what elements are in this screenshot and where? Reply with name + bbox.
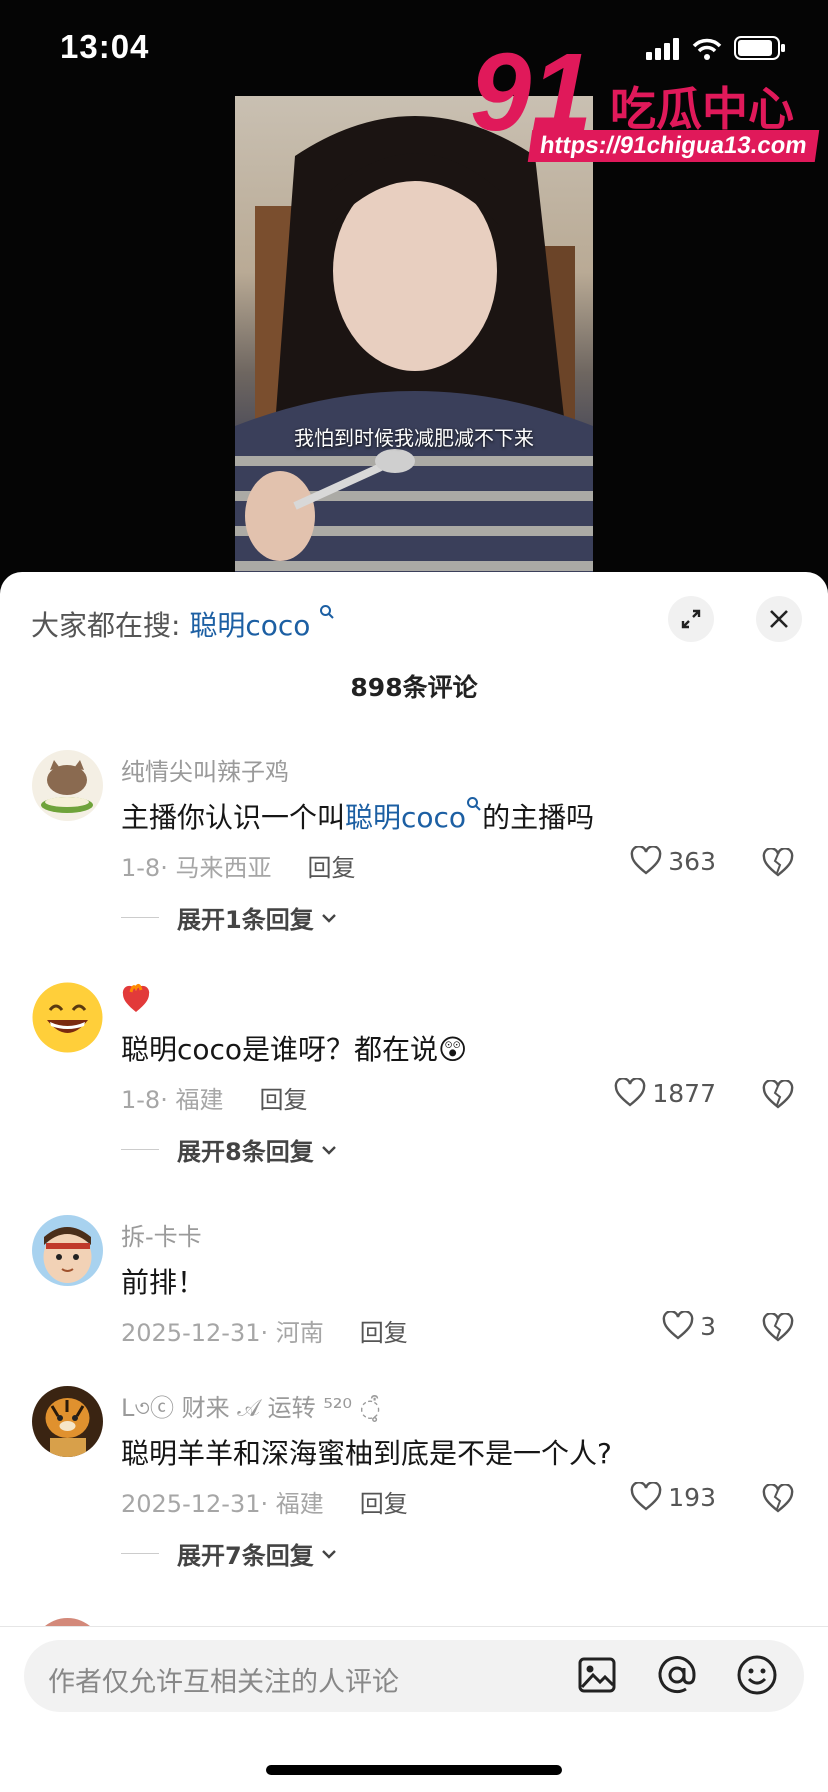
comment-meta: 2025-12-31· 河南 回复 [121, 1319, 408, 1347]
reply-button[interactable]: 回复 [307, 854, 355, 882]
avatar[interactable] [32, 1386, 103, 1457]
cat-avatar-image [32, 750, 103, 821]
comment-meta: 1-8· 福建 回复 [121, 1086, 308, 1114]
comment-username[interactable]: 纯情尖叫辣子鸡 [121, 752, 289, 787]
next-comment-avatar-partial [32, 1618, 103, 1626]
comment-text: 主播你认识一个叫聪明coco 的主播吗 [121, 796, 594, 836]
search-icon [467, 797, 481, 811]
like-count: 1877 [652, 1078, 716, 1108]
watermark-url: https://91chigua13.com [527, 130, 819, 162]
comment-text-part: 的主播吗 [482, 801, 595, 834]
tiger-avatar-image [32, 1386, 103, 1457]
search-icon [320, 605, 335, 619]
comment-date: 2025-12-31 [121, 1490, 261, 1518]
chevron-down-icon [321, 1549, 336, 1559]
comment-meta: 2025-12-31· 福建 回复 [121, 1490, 408, 1518]
comment-text: 前排！ [121, 1266, 206, 1299]
search-keyword[interactable]: 聪明coco [189, 609, 310, 642]
avatar[interactable] [32, 750, 103, 821]
like-button[interactable]: 363 [630, 846, 716, 876]
close-button[interactable] [756, 596, 802, 642]
emoji-icon[interactable] [736, 1654, 778, 1696]
expand-replies-label: 展开1条回复 [177, 906, 314, 934]
expand-replies-label: 展开7条回复 [177, 1542, 314, 1570]
comment-username[interactable]: 拆-卡卡 [121, 1217, 202, 1252]
reply-button[interactable]: 回复 [259, 1086, 307, 1114]
like-count: 3 [700, 1311, 716, 1341]
comment-count: 898条评论 [350, 673, 478, 702]
search-suggestion[interactable]: 大家都在搜: 聪明coco [31, 604, 335, 644]
heart-icon [615, 1078, 646, 1107]
mention-icon[interactable] [656, 1654, 698, 1696]
like-button[interactable]: 3 [662, 1311, 716, 1341]
avatar[interactable] [32, 1215, 103, 1286]
broken-heart-icon[interactable] [762, 1080, 794, 1110]
comment-location: 河南 [275, 1319, 324, 1347]
svg-text:吃瓜中心: 吃瓜中心 [610, 82, 794, 136]
search-prefix: 大家都在搜: [31, 609, 181, 642]
chevron-down-icon [321, 913, 336, 923]
comment-username[interactable] [121, 982, 151, 1020]
image-icon[interactable] [576, 1654, 618, 1696]
expand-button[interactable] [668, 596, 714, 642]
heart-on-fire-icon [122, 983, 150, 1012]
like-button[interactable]: 1877 [614, 1078, 716, 1108]
comment-sheet: 大家都在搜: 聪明coco 898条评论 纯情尖叫辣子鸡 主播你认识一个叫聪明c… [0, 572, 828, 1792]
comment-location: 福建 [175, 1086, 224, 1114]
heart-icon [630, 1482, 662, 1511]
broken-heart-icon[interactable] [762, 1313, 794, 1343]
expand-replies-button[interactable]: 展开8条回复 [121, 1132, 338, 1167]
avatar[interactable] [32, 982, 103, 1053]
smiley-avatar-image [32, 982, 103, 1053]
comment-input[interactable]: 作者仅允许互相关注的人评论 [24, 1640, 804, 1712]
heart-icon [662, 1311, 694, 1340]
comment-date: 2025-12-31 [121, 1319, 261, 1347]
like-count: 363 [668, 846, 716, 876]
expand-replies-button[interactable]: 展开7条回复 [121, 1536, 338, 1571]
comment-text: 聪明coco是谁呀？都在说😲 [121, 1033, 468, 1066]
cartoon-avatar-image [32, 1215, 103, 1286]
home-indicator[interactable] [266, 1765, 562, 1775]
status-time: 13:04 [60, 28, 150, 65]
reply-button[interactable]: 回复 [360, 1490, 408, 1518]
video-area[interactable]: 13:04 我怕到时候我减肥减不下来 91 吃瓜中心 https://91chi… [0, 0, 828, 600]
comment-meta: 1-8· 马来西亚 回复 [121, 854, 356, 882]
broken-heart-icon[interactable] [762, 848, 794, 878]
heart-icon [630, 846, 662, 875]
reply-button[interactable]: 回复 [360, 1319, 408, 1347]
broken-heart-icon[interactable] [762, 1484, 794, 1514]
comment-date: 1-8 [121, 854, 161, 882]
comment-username[interactable]: L৩ⓒ 财来 𝒜 运转 ⁵²⁰ ◌̥͒ [121, 1388, 381, 1430]
comment-text-part: 主播你认识一个叫 [121, 801, 346, 834]
expand-icon [681, 609, 701, 629]
divider [0, 1626, 828, 1627]
comment-input-placeholder: 作者仅允许互相关注的人评论 [48, 1667, 399, 1698]
comment-keyword-link[interactable]: 聪明coco [345, 801, 466, 834]
comment-date: 1-8 [121, 1086, 161, 1114]
comment-text: 聪明羊羊和深海蜜柚到底是不是一个人? [121, 1437, 612, 1470]
comment-location: 福建 [275, 1490, 324, 1518]
like-count: 193 [668, 1482, 716, 1512]
comment-location: 马来西亚 [175, 854, 272, 882]
expand-replies-label: 展开8条回复 [177, 1138, 314, 1166]
close-icon [770, 610, 788, 628]
chevron-down-icon [321, 1145, 336, 1155]
like-button[interactable]: 193 [630, 1482, 716, 1512]
video-subtitle: 我怕到时候我减肥减不下来 [294, 426, 534, 450]
expand-replies-button[interactable]: 展开1条回复 [121, 900, 338, 935]
